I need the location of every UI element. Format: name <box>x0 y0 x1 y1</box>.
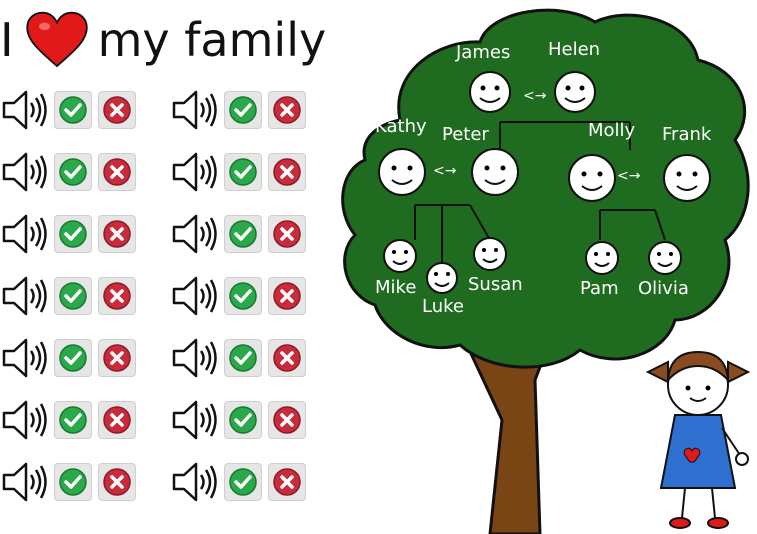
answer-group <box>170 398 306 442</box>
family-tree: <→ <→ <→ James Helen Kathy Peter Molly F… <box>341 8 751 534</box>
speaker-icon[interactable] <box>0 336 48 380</box>
answer-row <box>0 460 306 504</box>
speaker-icon[interactable] <box>170 274 218 318</box>
answer-row <box>0 336 306 380</box>
answer-row <box>0 150 306 194</box>
speaker-icon[interactable] <box>0 398 48 442</box>
checkmark-icon[interactable] <box>224 339 262 377</box>
girl-illustration <box>645 350 751 529</box>
title-word-i: I <box>0 13 14 67</box>
cross-icon[interactable] <box>268 401 306 439</box>
checkmark-icon[interactable] <box>224 153 262 191</box>
speaker-icon[interactable] <box>170 88 218 132</box>
speaker-icon[interactable] <box>170 212 218 256</box>
speaker-icon[interactable] <box>0 212 48 256</box>
label-molly: Molly <box>588 120 636 141</box>
checkmark-icon[interactable] <box>54 339 92 377</box>
speaker-icon[interactable] <box>0 150 48 194</box>
checkmark-icon[interactable] <box>224 215 262 253</box>
answer-row <box>0 88 306 132</box>
answer-group <box>170 88 306 132</box>
answer-group <box>170 460 306 504</box>
speaker-icon[interactable] <box>0 88 48 132</box>
answer-group <box>0 460 136 504</box>
answer-group <box>0 212 136 256</box>
cross-icon[interactable] <box>98 463 136 501</box>
face-pam <box>585 241 619 275</box>
page-title: I my family <box>0 8 326 72</box>
face-helen <box>554 71 596 113</box>
answer-group <box>170 336 306 380</box>
cross-icon[interactable] <box>98 91 136 129</box>
svg-text:<→: <→ <box>617 168 641 184</box>
label-helen: Helen <box>548 39 600 60</box>
cross-icon[interactable] <box>268 91 306 129</box>
answer-group <box>170 150 306 194</box>
speaker-icon[interactable] <box>0 460 48 504</box>
answer-row <box>0 398 306 442</box>
heart-icon <box>25 11 88 68</box>
speaker-icon[interactable] <box>170 460 218 504</box>
answer-row <box>0 274 306 318</box>
label-susan: Susan <box>468 274 523 295</box>
answer-group <box>0 398 136 442</box>
label-james: James <box>455 42 510 63</box>
checkmark-icon[interactable] <box>54 153 92 191</box>
label-peter: Peter <box>442 124 489 145</box>
cross-icon[interactable] <box>98 153 136 191</box>
checkmark-icon[interactable] <box>54 463 92 501</box>
svg-text:<→: <→ <box>433 163 457 179</box>
checkmark-icon[interactable] <box>224 277 262 315</box>
speaker-icon[interactable] <box>170 336 218 380</box>
answer-row <box>0 212 306 256</box>
face-luke <box>426 262 458 294</box>
label-frank: Frank <box>662 124 712 145</box>
label-luke: Luke <box>422 296 464 317</box>
answer-group <box>170 274 306 318</box>
checkmark-icon[interactable] <box>224 91 262 129</box>
checkmark-icon[interactable] <box>54 277 92 315</box>
face-james <box>469 71 511 113</box>
label-olivia: Olivia <box>638 278 689 299</box>
face-susan <box>473 237 507 271</box>
answer-group <box>0 274 136 318</box>
checkmark-icon[interactable] <box>224 401 262 439</box>
cross-icon[interactable] <box>268 339 306 377</box>
cross-icon[interactable] <box>268 463 306 501</box>
speaker-icon[interactable] <box>170 150 218 194</box>
label-pam: Pam <box>580 278 619 299</box>
checkmark-icon[interactable] <box>54 215 92 253</box>
svg-text:<→: <→ <box>523 88 547 104</box>
label-kathy: Kathy <box>375 116 427 137</box>
answer-group <box>0 336 136 380</box>
cross-icon[interactable] <box>98 401 136 439</box>
cross-icon[interactable] <box>268 153 306 191</box>
cross-icon[interactable] <box>98 339 136 377</box>
face-olivia <box>648 241 682 275</box>
face-frank <box>663 154 711 202</box>
face-kathy <box>378 148 426 196</box>
face-molly <box>568 154 616 202</box>
checkmark-icon[interactable] <box>54 91 92 129</box>
answer-group <box>0 88 136 132</box>
title-my-family: my family <box>97 13 327 67</box>
cross-icon[interactable] <box>268 277 306 315</box>
answer-group <box>0 150 136 194</box>
face-mike <box>383 239 417 273</box>
label-mike: Mike <box>375 277 416 298</box>
face-peter <box>471 148 519 196</box>
checkmark-icon[interactable] <box>224 463 262 501</box>
cross-icon[interactable] <box>98 277 136 315</box>
speaker-icon[interactable] <box>170 398 218 442</box>
answer-group <box>170 212 306 256</box>
speaker-icon[interactable] <box>0 274 48 318</box>
cross-icon[interactable] <box>98 215 136 253</box>
checkmark-icon[interactable] <box>54 401 92 439</box>
cross-icon[interactable] <box>268 215 306 253</box>
